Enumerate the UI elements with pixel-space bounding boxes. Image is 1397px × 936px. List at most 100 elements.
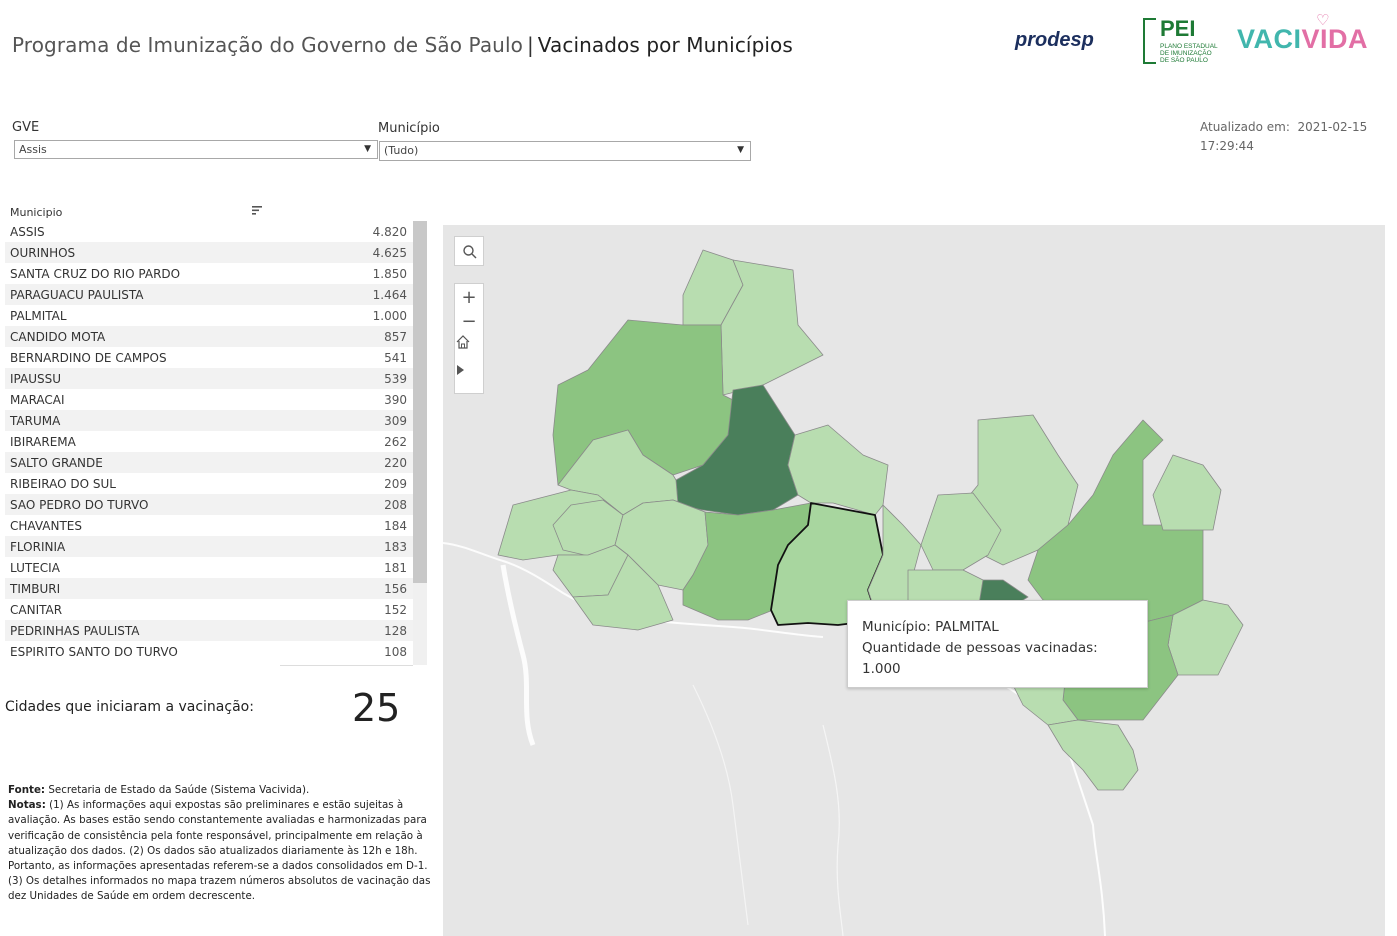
row-municipio-name: CANDIDO MOTA bbox=[10, 329, 106, 344]
updated-label: Atualizado em: bbox=[1200, 120, 1290, 134]
chevron-down-icon: ▼ bbox=[737, 145, 744, 155]
table-row[interactable]: CANITAR 152 bbox=[5, 599, 413, 620]
choropleth-map[interactable]: + − bbox=[443, 225, 1385, 936]
stream-1 bbox=[822, 724, 844, 936]
table-row[interactable]: OURINHOS 4.625 bbox=[5, 242, 413, 263]
prodesp-logo: prodesp bbox=[1015, 29, 1094, 51]
fonte-text: Secretaria de Estado da Saúde (Sistema V… bbox=[45, 784, 310, 796]
row-vaccinated-count: 541 bbox=[384, 350, 407, 365]
row-vaccinated-count: 1.464 bbox=[372, 287, 407, 302]
title-section: Vacinados por Municípios bbox=[537, 33, 793, 57]
region-espirito-santo-turvo[interactable] bbox=[1152, 454, 1222, 531]
gve-select[interactable]: Assis ▼ bbox=[14, 140, 378, 159]
row-municipio-name: RIBEIRAO DO SUL bbox=[10, 476, 116, 491]
table-row[interactable]: SANTA CRUZ DO RIO PARDO 1.850 bbox=[5, 263, 413, 284]
table-row[interactable]: CANDIDO MOTA 857 bbox=[5, 326, 413, 347]
table-row[interactable]: BERNARDINO DE CAMPOS 541 bbox=[5, 347, 413, 368]
row-vaccinated-count: 1.000 bbox=[372, 308, 407, 323]
search-icon bbox=[463, 245, 477, 259]
table-row[interactable]: IBIRAREMA 262 bbox=[5, 431, 413, 452]
title-separator: | bbox=[526, 33, 534, 57]
row-municipio-name: OURINHOS bbox=[10, 245, 76, 260]
row-vaccinated-count: 108 bbox=[384, 644, 407, 659]
row-vaccinated-count: 220 bbox=[384, 455, 407, 470]
row-vaccinated-count: 128 bbox=[384, 623, 407, 638]
table-row[interactable]: PARAGUACU PAULISTA 1.464 bbox=[5, 284, 413, 305]
row-vaccinated-count: 4.820 bbox=[372, 224, 407, 239]
zoom-out-icon[interactable]: − bbox=[455, 309, 483, 334]
row-vaccinated-count: 857 bbox=[384, 329, 407, 344]
notas-text: (1) As informações aqui expostas são pre… bbox=[8, 799, 431, 903]
page-title: Programa de Imunização do Governo de São… bbox=[12, 33, 793, 57]
table-row[interactable]: TARUMA 309 bbox=[5, 410, 413, 431]
row-municipio-name: LUTECIA bbox=[10, 560, 60, 575]
row-municipio-name: TARUMA bbox=[10, 413, 61, 428]
row-vaccinated-count: 262 bbox=[384, 434, 407, 449]
vacivida-logo: VACIVIDA bbox=[1237, 24, 1368, 55]
table-row[interactable]: RIBEIRAO DO SUL 209 bbox=[5, 473, 413, 494]
row-municipio-name: MARACAI bbox=[10, 392, 65, 407]
map-zoom-toolbar: + − bbox=[454, 283, 484, 394]
row-municipio-name: PARAGUACU PAULISTA bbox=[10, 287, 144, 302]
row-municipio-name: SANTA CRUZ DO RIO PARDO bbox=[10, 266, 181, 281]
home-icon[interactable] bbox=[455, 334, 483, 359]
table-row[interactable]: LUTECIA 181 bbox=[5, 557, 413, 578]
row-vaccinated-count: 183 bbox=[384, 539, 407, 554]
row-municipio-name: FLORINIA bbox=[10, 539, 66, 554]
municipalities bbox=[497, 249, 1244, 791]
table-row[interactable]: PEDRINHAS PAULISTA 128 bbox=[5, 620, 413, 641]
updated-date: 2021-02-15 bbox=[1297, 120, 1368, 134]
row-municipio-name: TIMBURI bbox=[10, 581, 61, 596]
pei-logo-text: PEI bbox=[1160, 16, 1196, 41]
row-vaccinated-count: 390 bbox=[384, 392, 407, 407]
row-municipio-name: PALMITAL bbox=[10, 308, 67, 323]
row-municipio-name: ESPIRITO SANTO DO TURVO bbox=[10, 644, 178, 659]
fonte-label: Fonte: bbox=[8, 784, 46, 796]
table-row[interactable]: PALMITAL 1.000 bbox=[5, 305, 413, 326]
title-program: Programa de Imunização do Governo de São… bbox=[12, 33, 523, 57]
map-search-tool[interactable] bbox=[454, 236, 484, 266]
play-icon[interactable] bbox=[455, 364, 483, 389]
scrollbar-thumb[interactable] bbox=[413, 221, 427, 583]
stream-2 bbox=[692, 684, 749, 926]
chevron-down-icon: ▼ bbox=[364, 144, 371, 154]
municipality-table: ASSIS 4.820 OURINHOS 4.625 SANTA CRUZ DO RIO… bbox=[5, 221, 413, 665]
row-municipio-name: CHAVANTES bbox=[10, 518, 82, 533]
gve-select-value: Assis bbox=[19, 143, 47, 156]
table-scrollbar[interactable] bbox=[413, 221, 427, 665]
pei-logo: PEI PLANO ESTADUAL DE IMUNIZAÇÃO DE SÃO … bbox=[1143, 16, 1217, 64]
gve-label: GVE bbox=[12, 120, 40, 135]
row-municipio-name: SAO PEDRO DO TURVO bbox=[10, 497, 149, 512]
notes-text: Fonte: Secretaria de Estado da Saúde (Si… bbox=[8, 783, 436, 905]
table-row[interactable]: MARACAI 390 bbox=[5, 389, 413, 410]
municipio-label: Município bbox=[378, 121, 440, 136]
table-row[interactable]: ESPIRITO SANTO DO TURVO 108 bbox=[5, 641, 413, 662]
cities-started-label: Cidades que iniciaram a vacinação: bbox=[5, 699, 254, 715]
table-row[interactable]: IPAUSSU 539 bbox=[5, 368, 413, 389]
row-vaccinated-count: 4.625 bbox=[372, 245, 407, 260]
row-municipio-name: SALTO GRANDE bbox=[10, 455, 103, 470]
row-municipio-name: BERNARDINO DE CAMPOS bbox=[10, 350, 167, 365]
region-platina[interactable] bbox=[787, 424, 889, 516]
table-row[interactable]: ASSIS 4.820 bbox=[5, 221, 413, 242]
table-row[interactable]: SAO PEDRO DO TURVO 208 bbox=[5, 494, 413, 515]
river-west bbox=[500, 564, 536, 746]
sort-icon[interactable] bbox=[250, 203, 264, 217]
municipio-select[interactable]: (Tudo) ▼ bbox=[379, 141, 751, 161]
table-divider bbox=[280, 665, 413, 666]
zoom-in-icon[interactable]: + bbox=[455, 285, 483, 310]
tooltip-quantity: Quantidade de pessoas vacinadas: 1.000 bbox=[862, 640, 1098, 677]
table-row[interactable]: CHAVANTES 184 bbox=[5, 515, 413, 536]
table-row[interactable]: TIMBURI 156 bbox=[5, 578, 413, 599]
row-vaccinated-count: 1.850 bbox=[372, 266, 407, 281]
row-vaccinated-count: 181 bbox=[384, 560, 407, 575]
region-timburi[interactable] bbox=[1047, 719, 1139, 791]
vacivida-logo-a: VACI bbox=[1237, 24, 1302, 54]
row-vaccinated-count: 208 bbox=[384, 497, 407, 512]
municipio-select-value: (Tudo) bbox=[384, 144, 419, 157]
row-vaccinated-count: 209 bbox=[384, 476, 407, 491]
row-municipio-name: CANITAR bbox=[10, 602, 63, 617]
table-row[interactable]: SALTO GRANDE 220 bbox=[5, 452, 413, 473]
updated-time: 17:29:44 bbox=[1200, 139, 1254, 153]
table-row[interactable]: FLORINIA 183 bbox=[5, 536, 413, 557]
